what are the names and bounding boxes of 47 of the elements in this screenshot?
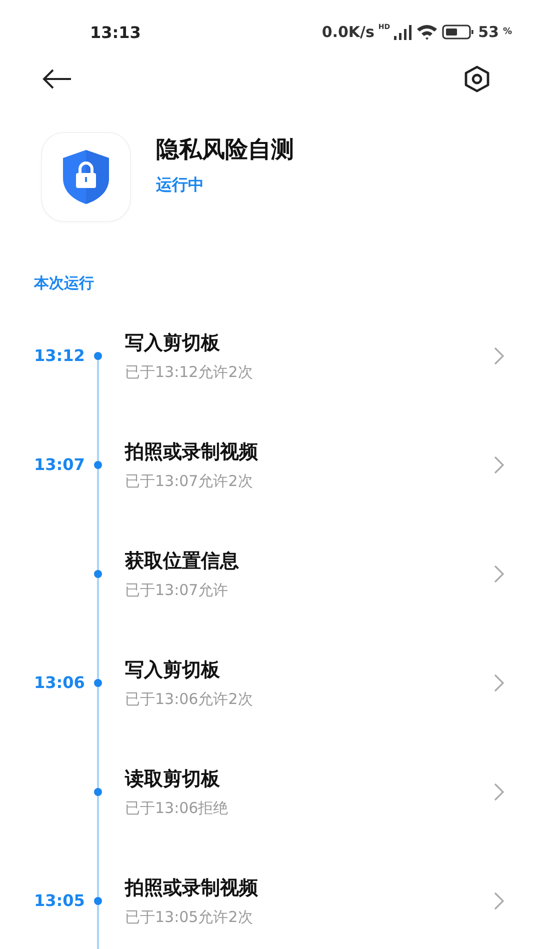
status-time: 13:13 <box>90 22 141 42</box>
chevron-icon <box>494 346 504 364</box>
event-row[interactable]: 读取剪切板 已于13:06拒绝 <box>0 737 534 846</box>
event-row[interactable]: 13:06 写入剪切板 已于13:06允许2次 <box>0 628 534 737</box>
wifi-icon <box>416 24 438 40</box>
settings-button[interactable] <box>464 65 490 93</box>
event-time: 13:12 <box>34 346 85 365</box>
battery-unit: % <box>502 27 512 37</box>
event-detail: 已于13:07允许2次 <box>125 472 254 490</box>
event-title: 拍照或录制视频 <box>125 440 259 464</box>
section-title: 本次运行 <box>32 273 95 293</box>
app-status: 运行中 <box>156 175 205 196</box>
event-detail: 已于13:06允许2次 <box>125 690 254 708</box>
event-time: 13:05 <box>34 891 85 910</box>
timeline-dot <box>94 678 102 686</box>
timeline-dot <box>94 570 102 578</box>
timeline-dot <box>94 788 102 796</box>
battery-percent: 53 <box>478 23 499 41</box>
chevron-icon <box>494 564 504 582</box>
event-title: 获取位置信息 <box>125 548 240 574</box>
event-time: 13:06 <box>34 673 85 692</box>
event-title: 写入剪切板 <box>125 330 221 356</box>
network-speed: 0.0K/s <box>322 23 374 41</box>
chevron-icon <box>494 674 504 692</box>
timeline-dot <box>94 352 102 360</box>
event-detail: 已于13:06拒绝 <box>125 798 230 818</box>
chevron-icon <box>494 892 504 910</box>
event-title: 读取剪切板 <box>125 766 221 792</box>
event-detail: 已于13:12允许2次 <box>125 362 254 382</box>
timeline-dot <box>94 460 102 468</box>
event-detail: 已于13:07允许 <box>125 580 230 600</box>
event-title: 写入剪切板 <box>125 658 221 682</box>
signal-icon <box>394 24 412 40</box>
battery-icon <box>442 24 474 40</box>
event-row[interactable]: 13:12 写入剪切板 已于13:12允许2次 <box>0 301 534 410</box>
event-detail: 已于13:05允许2次 <box>125 908 254 926</box>
event-row[interactable]: 13:05 拍照或录制视频 已于13:05允许2次 <box>0 846 534 949</box>
event-row[interactable]: 获取位置信息 已于13:07允许 <box>0 519 534 628</box>
event-title: 拍照或录制视频 <box>125 876 259 900</box>
app-icon <box>42 133 130 221</box>
timeline-dot <box>94 896 102 904</box>
event-row[interactable]: 13:07 拍照或录制视频 已于13:07允许2次 <box>0 410 534 519</box>
event-time: 13:07 <box>34 455 85 474</box>
chevron-icon <box>494 782 504 800</box>
chevron-icon <box>494 456 504 474</box>
back-button[interactable] <box>42 68 72 90</box>
app-name: 隐私风险自测 <box>156 136 294 165</box>
